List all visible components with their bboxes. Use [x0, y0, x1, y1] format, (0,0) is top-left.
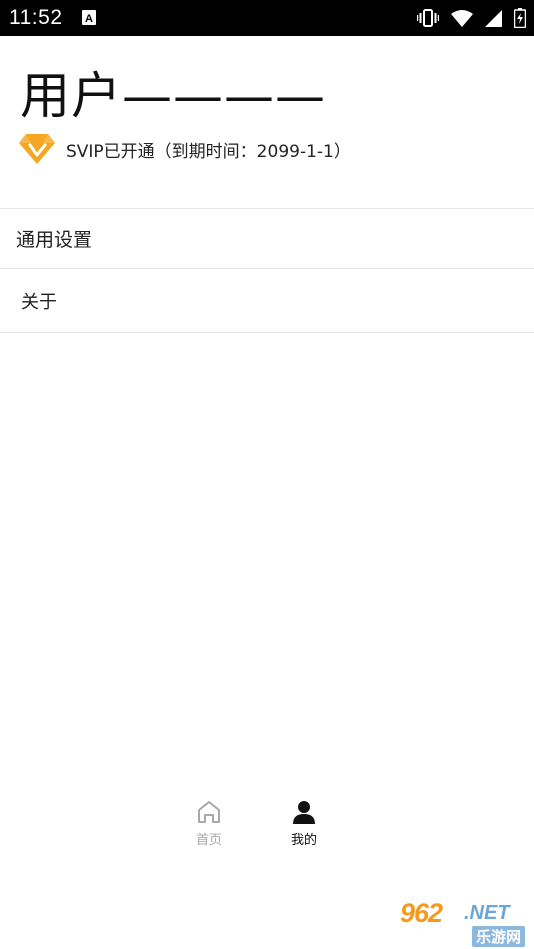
- status-bar: 11:52 A: [0, 0, 534, 36]
- a-notification-icon: A: [82, 10, 96, 25]
- battery-icon: [514, 8, 526, 28]
- vip-expiry-text: SVIP已开通（到期时间：2099-1-1）: [66, 141, 351, 162]
- menu-item-general-settings[interactable]: 通用设置: [0, 208, 534, 268]
- tab-home-label: 首页: [195, 833, 222, 848]
- svg-text:A: A: [85, 13, 93, 25]
- settings-menu: 通用设置 关于: [0, 208, 534, 333]
- username: 用户————: [20, 67, 326, 125]
- watermark-subtitle: 乐游网: [472, 926, 526, 947]
- status-time: 11:52: [9, 6, 63, 29]
- vibrate-icon: [417, 9, 439, 27]
- bottom-tab-bar: 首页 我的: [0, 790, 534, 860]
- profile-header: 用户———— SVIP已开通（到期时间：2099-1-1）: [0, 36, 534, 208]
- watermark-suffix: .NET: [464, 902, 510, 924]
- vip-status-row: SVIP已开通（到期时间：2099-1-1）: [18, 132, 351, 166]
- tab-mine[interactable]: 我的: [274, 800, 334, 848]
- menu-item-about[interactable]: 关于: [0, 268, 534, 333]
- home-icon: [198, 801, 220, 823]
- person-icon: [293, 801, 315, 824]
- diamond-icon: [19, 134, 55, 164]
- tab-home[interactable]: 首页: [179, 800, 239, 848]
- wifi-icon: [451, 9, 473, 27]
- menu-item-label: 关于: [21, 291, 57, 313]
- site-watermark-logo: 962 .NET 乐游网: [394, 896, 534, 949]
- signal-icon: [485, 9, 502, 27]
- watermark-number: 962: [400, 898, 443, 928]
- status-icons: [417, 8, 526, 28]
- tab-mine-label: 我的: [290, 833, 317, 848]
- menu-item-label: 通用设置: [16, 229, 93, 251]
